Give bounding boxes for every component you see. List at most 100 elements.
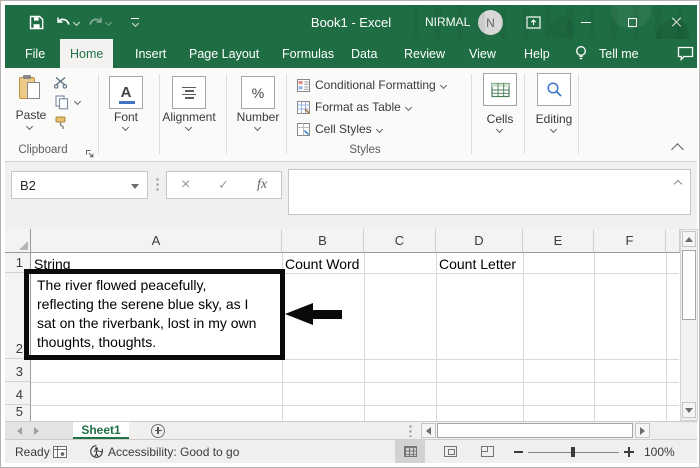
zoom-in-icon[interactable] <box>624 447 634 457</box>
format-as-table-icon <box>297 100 310 114</box>
column-header-e[interactable]: E <box>523 229 594 253</box>
column-header-partial <box>666 229 680 253</box>
name-box-value: B2 <box>20 177 36 193</box>
tab-home[interactable]: Home <box>60 39 114 68</box>
percent-icon: % <box>251 84 265 101</box>
new-sheet-icon[interactable] <box>151 423 165 438</box>
tell-me-box[interactable]: Tell me <box>599 39 639 68</box>
row-header-5[interactable]: 5 <box>5 404 31 421</box>
tab-insert[interactable]: Insert <box>135 39 166 68</box>
cancel-icon[interactable]: × <box>181 176 190 194</box>
status-accessibility[interactable]: Accessibility: Good to go <box>108 440 239 463</box>
editing-button[interactable] <box>537 73 571 106</box>
next-sheet-icon[interactable] <box>34 426 39 435</box>
tab-view[interactable]: View <box>469 39 496 68</box>
redo-dropdown-icon[interactable] <box>104 5 113 39</box>
enter-icon[interactable]: ✓ <box>218 177 229 193</box>
alignment-dropdown-icon[interactable] <box>184 123 193 132</box>
scroll-down-icon[interactable] <box>682 402 696 418</box>
name-box-dropdown-icon[interactable] <box>131 184 139 189</box>
row-header-4[interactable]: 4 <box>5 382 31 405</box>
customize-quick-access-icon[interactable] <box>131 5 139 39</box>
column-header-b[interactable]: B <box>282 229 364 253</box>
number-dropdown-icon[interactable] <box>253 123 262 132</box>
collapse-ribbon-icon[interactable] <box>671 143 684 156</box>
tab-data[interactable]: Data <box>351 39 377 68</box>
sheet-nav-zone <box>5 422 73 439</box>
avatar[interactable]: N <box>478 10 503 35</box>
conditional-formatting-icon <box>297 78 310 92</box>
insert-function-icon[interactable]: fx <box>257 177 267 193</box>
font-dropdown-icon[interactable] <box>121 123 130 132</box>
undo-dropdown-icon[interactable] <box>72 5 81 39</box>
vertical-scroll-thumb[interactable] <box>682 250 696 320</box>
zoom-slider-thumb[interactable] <box>571 447 575 457</box>
scroll-right-icon[interactable] <box>635 423 650 438</box>
redo-button[interactable] <box>87 5 104 39</box>
excel-window: Book1 - Excel NIRMAL N File Home Insert … <box>0 0 700 468</box>
sheet-tab-sheet1[interactable]: Sheet1 <box>73 422 129 439</box>
row-header-3[interactable]: 3 <box>5 359 31 382</box>
select-all-corner[interactable] <box>5 229 31 253</box>
previous-sheet-icon[interactable] <box>17 426 22 435</box>
feedback-comment-icon[interactable] <box>677 39 694 68</box>
paste-dropdown-icon[interactable] <box>25 122 34 131</box>
maximize-button[interactable] <box>620 5 644 39</box>
ribbon-display-options-icon[interactable] <box>526 5 541 39</box>
accessibility-icon <box>89 440 104 463</box>
format-painter-icon[interactable] <box>54 116 68 135</box>
save-icon[interactable] <box>29 5 44 39</box>
cells-dropdown-icon[interactable] <box>495 125 504 134</box>
minimize-button[interactable] <box>574 5 598 39</box>
number-format-button[interactable]: % <box>241 76 275 109</box>
annotation-arrow-tail <box>312 310 342 319</box>
cell-styles-button[interactable]: Cell Styles <box>297 122 383 136</box>
tab-help[interactable]: Help <box>524 39 550 68</box>
cells-button[interactable] <box>483 73 517 106</box>
magnifier-icon <box>546 82 562 97</box>
page-layout-view-button[interactable] <box>435 440 465 463</box>
number-group-label: Number <box>236 110 280 124</box>
cut-icon[interactable] <box>53 76 68 94</box>
name-box[interactable]: B2 <box>11 171 148 199</box>
font-settings-button[interactable]: A <box>109 76 143 109</box>
scroll-up-icon[interactable] <box>682 231 696 247</box>
cell-b1[interactable]: Count Word <box>285 256 359 272</box>
cell-d1[interactable]: Count Letter <box>439 256 516 272</box>
macro-record-icon[interactable] <box>53 440 67 463</box>
tab-formulas[interactable]: Formulas <box>282 39 334 68</box>
horizontal-scroll-thumb[interactable] <box>437 423 633 438</box>
collapse-formula-bar-icon[interactable] <box>673 179 683 189</box>
paste-button[interactable]: Paste <box>13 108 49 122</box>
tab-review[interactable]: Review <box>404 39 445 68</box>
column-header-d[interactable]: D <box>436 229 523 253</box>
column-header-f[interactable]: F <box>594 229 666 253</box>
editing-dropdown-icon[interactable] <box>549 125 558 134</box>
normal-view-button[interactable] <box>395 440 425 463</box>
tab-file[interactable]: File <box>25 39 45 68</box>
column-header-c[interactable]: C <box>364 229 436 253</box>
page-break-view-button[interactable] <box>472 440 502 463</box>
status-bar: Ready Accessibility: Good to go 100% <box>5 439 697 463</box>
copy-icon[interactable] <box>55 95 69 115</box>
formula-bar-handle[interactable] <box>156 177 159 192</box>
column-header-a[interactable]: A <box>31 229 282 253</box>
scroll-left-icon[interactable] <box>421 423 436 438</box>
format-as-table-button[interactable]: Format as Table <box>297 100 412 114</box>
zoom-level[interactable]: 100% <box>644 440 675 463</box>
status-ready: Ready <box>15 444 50 459</box>
alignment-button[interactable] <box>172 76 206 109</box>
vertical-scrollbar[interactable] <box>680 229 698 421</box>
conditional-formatting-button[interactable]: Conditional Formatting <box>297 78 447 92</box>
paste-icon[interactable] <box>19 75 41 101</box>
tabstrip-splitter[interactable] <box>409 424 412 437</box>
formula-input[interactable] <box>288 169 691 215</box>
zoom-out-icon[interactable] <box>514 451 523 453</box>
tab-page-layout[interactable]: Page Layout <box>189 39 259 68</box>
undo-button[interactable] <box>55 5 72 39</box>
styles-group-label: Styles <box>349 144 381 156</box>
copy-dropdown-icon[interactable] <box>73 97 82 106</box>
annotation-arrow-icon <box>285 303 313 325</box>
close-button[interactable] <box>665 5 689 39</box>
title-bar: Book1 - Excel NIRMAL N <box>5 5 697 39</box>
